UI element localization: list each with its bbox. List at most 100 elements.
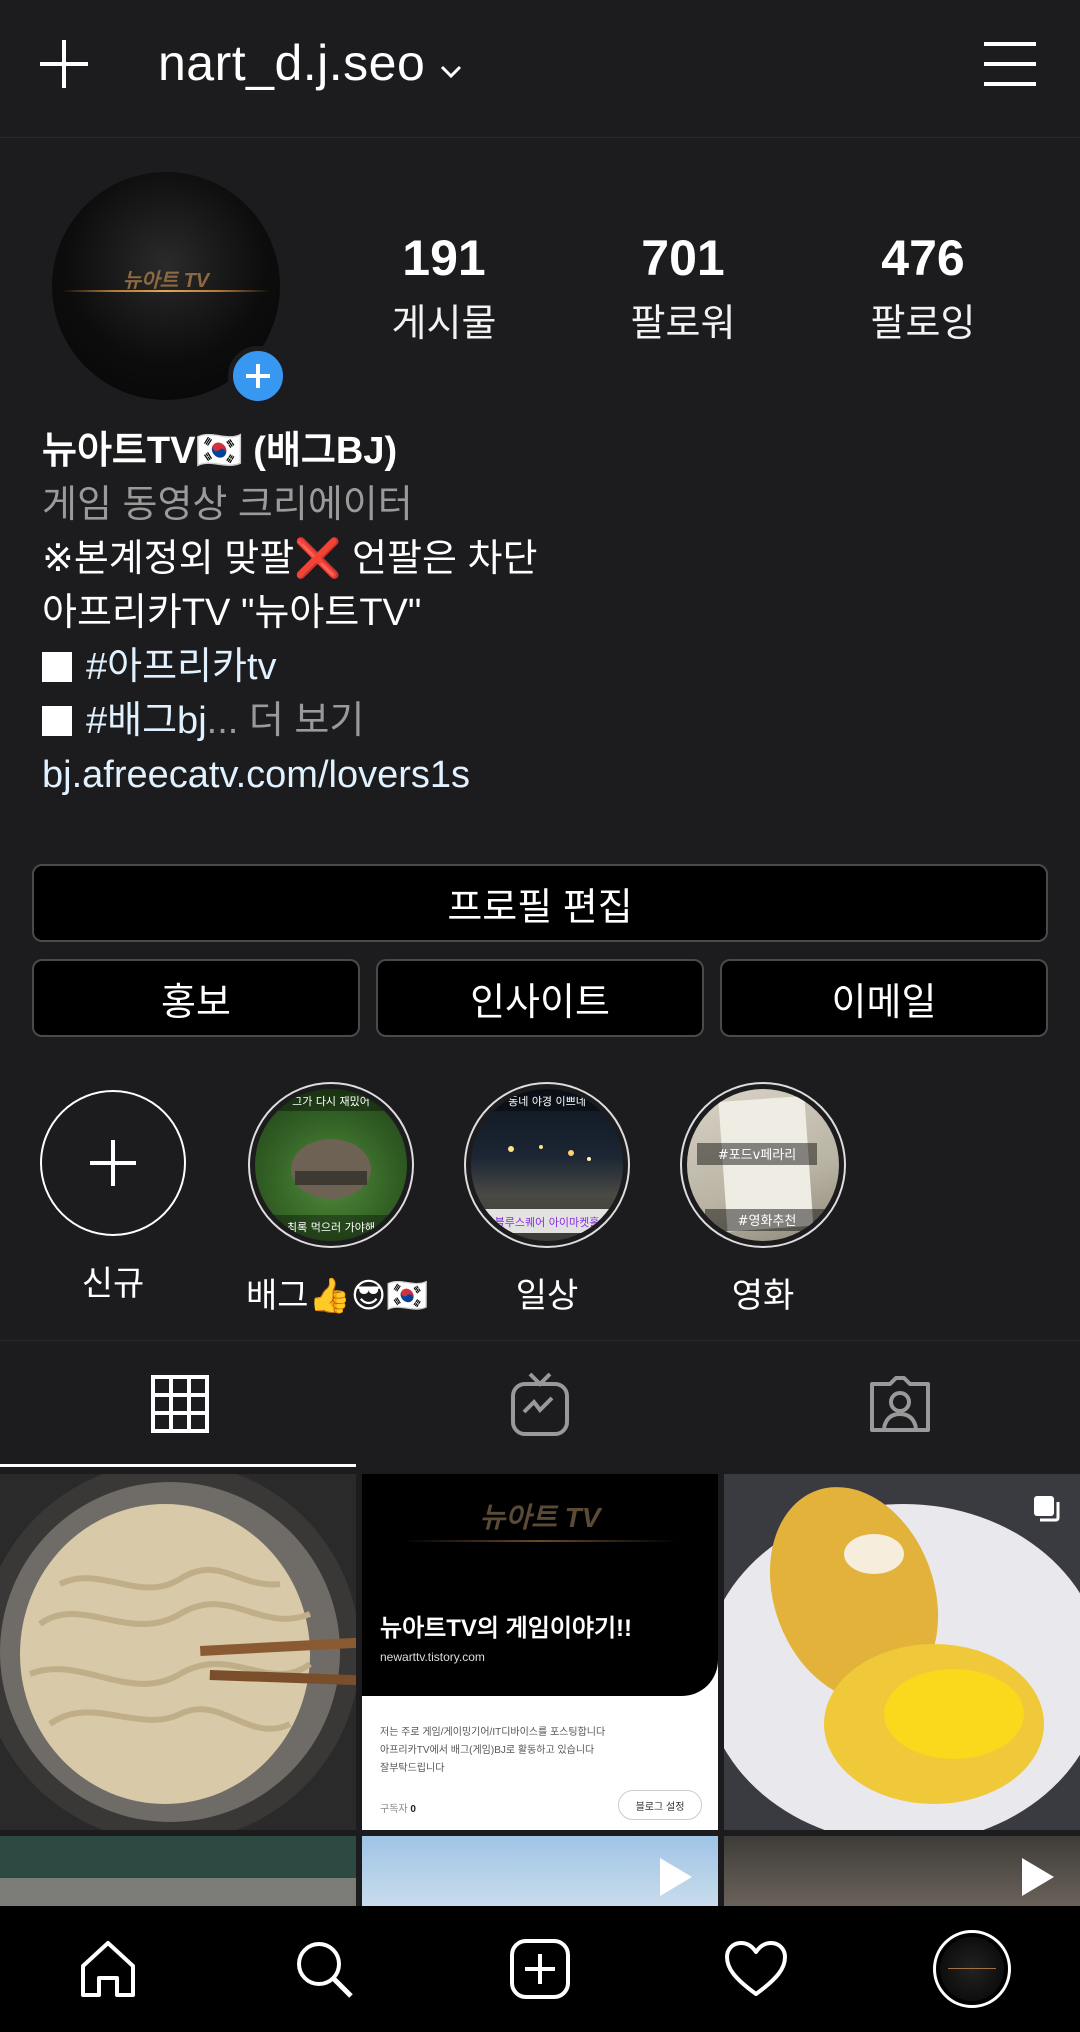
highlight-new[interactable]: 신규	[28, 1082, 198, 1305]
highlight-pubg[interactable]: 그가 다시 재밌어 최록 먹으러 가야해 배그👍😎🇰🇷	[246, 1082, 429, 1317]
search-icon[interactable]	[216, 1906, 432, 2032]
post-row2-1[interactable]	[0, 1836, 356, 1906]
blog-logo: 뉴아트 TV	[479, 1502, 601, 1533]
cross-mark-emoji: ❌	[294, 538, 342, 580]
display-name: 뉴아트TV🇰🇷 (배그BJ)	[42, 430, 398, 472]
home-icon[interactable]	[0, 1906, 216, 2032]
highlight-ring: 그가 다시 재밌어 최록 먹으러 가야해	[248, 1082, 414, 1248]
following-label: 팔로잉	[870, 303, 976, 345]
highlight-label: 신규	[81, 1265, 145, 1303]
plus-icon	[90, 1140, 136, 1186]
add-story-plus-icon[interactable]	[228, 346, 288, 406]
square-bullet-icon	[42, 706, 72, 736]
bio-line-3: #아프리카tv	[42, 640, 1042, 694]
new-highlight-circle	[40, 1090, 186, 1236]
ellipsis: ...	[206, 700, 239, 742]
post-row2-1-band	[0, 1878, 356, 1906]
bio-line-1-text: ※본계정외 맞팔	[42, 538, 295, 580]
blog-description: 저는 주로 게임/게이밍기어/IT디바이스를 포스팅합니다 아프리카TV에서 배…	[380, 1724, 605, 1778]
profile-tab-image	[940, 1937, 1004, 2001]
bottom-nav	[0, 1906, 1080, 2032]
following-count: 476	[881, 230, 965, 286]
blog-header: 뉴아트 TV 뉴아트TV의 게임이야기!! newarttv.tistory.c…	[362, 1474, 718, 1696]
blog-logo-line	[402, 1540, 678, 1542]
bio-line-2: 아프리카TV "뉴아트TV"	[42, 592, 422, 634]
svg-text:그가 다시 재밌어: 그가 다시 재밌어	[292, 1095, 370, 1108]
highlight-pubg-image: 그가 다시 재밌어 최록 먹으러 가야해	[255, 1089, 407, 1241]
bio: 뉴아트TV🇰🇷 (배그BJ) 게임 동영상 크리에이터 ※본계정외 맞팔❌ 언팔…	[42, 424, 1042, 802]
blog-settings-button: 블로그 설정	[618, 1790, 702, 1820]
tagged-person-icon	[870, 1376, 930, 1432]
grid-icon	[151, 1375, 209, 1433]
email-button[interactable]: 이메일	[720, 959, 1048, 1037]
svg-text:최록 먹으러 가야해: 최록 먹으러 가야해	[287, 1220, 375, 1234]
edit-profile-button[interactable]: 프로필 편집	[32, 864, 1048, 942]
svg-text:#포드v페라리: #포드v페라리	[718, 1148, 796, 1163]
followers-label: 팔로워	[630, 303, 736, 345]
promote-button[interactable]: 홍보	[32, 959, 360, 1037]
blog-title: 뉴아트TV의 게임이야기!!	[380, 1615, 633, 1642]
posts-count: 191	[402, 230, 486, 286]
blog-desc-line: 아프리카TV에서 배그(게임)BJ로 활동하고 있습니다	[380, 1745, 595, 1756]
blog-desc-line: 저는 주로 게임/게이밍기어/IT디바이스를 포스팅합니다	[380, 1727, 606, 1738]
highlight-ring: 동네 야경 이쁘네 블루스퀘어 아이마켓홀	[464, 1082, 630, 1248]
hamburger-menu-icon[interactable]	[982, 40, 1038, 88]
blog-subscribers: 구독자 0	[380, 1800, 416, 1815]
posts-stat[interactable]: 191 게시물	[344, 228, 544, 347]
square-bullet-icon	[42, 652, 72, 682]
video-play-icon	[660, 1858, 692, 1896]
account-switcher[interactable]: nart_d.j.seo	[158, 34, 463, 92]
category: 게임 동영상 크리에이터	[42, 484, 413, 526]
chevron-down-icon	[439, 34, 463, 92]
following-stat[interactable]: 476 팔로잉	[823, 228, 1023, 347]
highlight-daily-image: 동네 야경 이쁘네 블루스퀘어 아이마켓홀	[471, 1089, 623, 1241]
blog-subs-value: 0	[410, 1804, 416, 1815]
post-video-2[interactable]	[724, 1836, 1080, 1906]
post-grid: 뉴아트 TV 뉴아트TV의 게임이야기!! newarttv.tistory.c…	[0, 1474, 1080, 1906]
heart-icon[interactable]	[648, 1906, 864, 2032]
followers-stat[interactable]: 701 팔로워	[583, 228, 783, 347]
carousel-icon	[1032, 1494, 1062, 1524]
highlight-label: 영화	[731, 1277, 795, 1315]
svg-text:블루스퀘어 아이마켓홀: 블루스퀘어 아이마켓홀	[495, 1216, 600, 1229]
posts-label: 게시물	[391, 303, 497, 345]
highlight-label: 배그👍😎🇰🇷	[246, 1277, 429, 1315]
highlight-ring: #포드v페라리 #영화추천	[680, 1082, 846, 1248]
bio-line-1-text-end: 언팔은 차단	[341, 538, 538, 580]
hashtag-afreecatv[interactable]: #아프리카tv	[86, 646, 277, 688]
video-play-icon	[1022, 1858, 1054, 1896]
bio-line-1: ※본계정외 맞팔❌ 언팔은 차단	[42, 532, 1042, 586]
blog-subs-label: 구독자	[380, 1804, 408, 1815]
bio-line-4: #배그bj... 더 보기	[42, 694, 1042, 748]
post-baked-potatoes[interactable]	[724, 1474, 1080, 1830]
blog-desc-line: 잘부탁드립니다	[380, 1763, 445, 1774]
followers-count: 701	[641, 230, 725, 286]
hashtag-baegbj[interactable]: #배그bj	[86, 700, 207, 742]
svg-text:동네 야경 이쁘네: 동네 야경 이쁘네	[508, 1095, 586, 1108]
profile-tab-avatar[interactable]	[864, 1906, 1080, 2032]
create-post-icon[interactable]	[432, 1906, 648, 2032]
svg-text:#영화추천: #영화추천	[738, 1214, 797, 1229]
profile-tabs	[0, 1340, 1080, 1467]
tab-igtv[interactable]	[360, 1341, 720, 1467]
avatar-logo-line	[62, 290, 270, 292]
tab-grid[interactable]	[0, 1341, 360, 1467]
more-link[interactable]: 더 보기	[238, 700, 364, 742]
insights-button[interactable]: 인사이트	[376, 959, 704, 1037]
highlight-daily[interactable]: 동네 야경 이쁘네 블루스퀘어 아이마켓홀 일상	[462, 1082, 632, 1317]
highlight-label: 일상	[515, 1277, 579, 1315]
website-link[interactable]: bj.afreecatv.com/lovers1s	[42, 748, 1042, 802]
avatar-logo-text: 뉴아트 TV	[122, 270, 210, 292]
post-noodles[interactable]	[0, 1474, 356, 1830]
new-post-plus-icon[interactable]	[36, 36, 92, 92]
profile-tab-ring	[933, 1930, 1011, 2008]
igtv-icon	[511, 1372, 569, 1436]
post-blog[interactable]: 뉴아트 TV 뉴아트TV의 게임이야기!! newarttv.tistory.c…	[362, 1474, 718, 1830]
top-bar: nart_d.j.seo	[0, 0, 1080, 138]
username: nart_d.j.seo	[158, 35, 426, 91]
highlight-movie[interactable]: #포드v페라리 #영화추천 영화	[678, 1082, 848, 1317]
tab-tagged[interactable]	[720, 1341, 1080, 1467]
highlight-movie-image: #포드v페라리 #영화추천	[687, 1089, 839, 1241]
post-video-1[interactable]	[362, 1836, 718, 1906]
blog-url: newarttv.tistory.com	[380, 1650, 485, 1664]
